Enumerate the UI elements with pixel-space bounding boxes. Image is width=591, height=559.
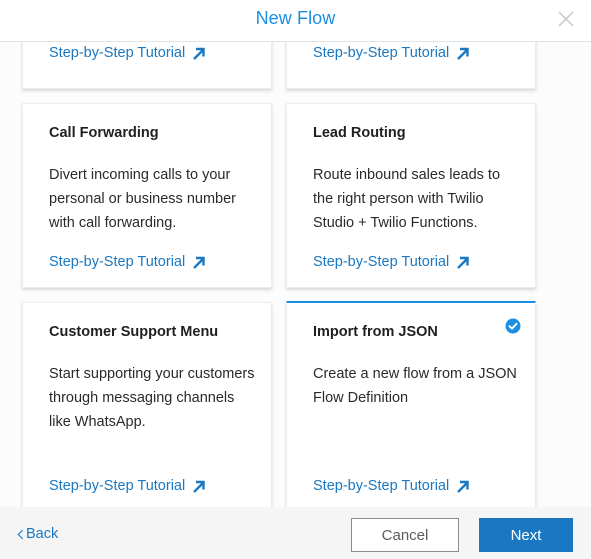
tutorial-link-label: Step-by-Step Tutorial [313,478,450,494]
tutorial-link[interactable]: Step-by-Step Tutorial [313,478,470,494]
tutorial-link-label: Step-by-Step Tutorial [49,478,186,494]
card-title: Lead Routing [313,125,406,141]
card-description: Divert incoming calls to your personal o… [49,167,236,231]
template-card-call-forwarding[interactable]: Call Forwarding Divert incoming calls to… [22,103,272,288]
tutorial-link[interactable]: Step-by-Step Tutorial [49,254,206,270]
tutorial-link[interactable]: Step-by-Step Tutorial [313,45,470,61]
chevron-left-icon [17,529,24,539]
tutorial-link-label: Step-by-Step Tutorial [313,45,450,61]
close-button[interactable] [557,10,575,28]
tutorial-link-label: Step-by-Step Tutorial [49,254,186,270]
template-list[interactable]: Step-by-Step Tutorial Step-by-Step Tutor… [0,42,591,507]
dialog-title: New Flow [255,8,336,28]
tutorial-link-label: Step-by-Step Tutorial [49,45,186,61]
external-arrow-icon [193,480,205,493]
next-button[interactable]: Next [479,518,573,552]
tutorial-link[interactable]: Step-by-Step Tutorial [49,45,206,61]
external-arrow-icon [457,256,469,269]
tutorial-link-label: Step-by-Step Tutorial [313,254,450,270]
external-arrow-icon [193,256,205,269]
template-card[interactable]: Step-by-Step Tutorial [286,42,536,89]
tutorial-link[interactable]: Step-by-Step Tutorial [49,478,206,494]
close-icon [558,11,574,27]
card-title: Customer Support Menu [49,324,219,340]
card-description: Create a new flow from a JSON Flow Defin… [313,366,517,406]
dialog-header: New Flow [0,0,591,42]
cancel-button[interactable]: Cancel [351,518,459,552]
dialog-footer: Back Cancel Next [0,507,591,559]
back-button[interactable]: Back [17,526,58,542]
template-card-customer-support-menu[interactable]: Customer Support Menu Start supporting y… [22,302,272,507]
card-title: Call Forwarding [49,125,159,141]
card-description: Start supporting your customers through … [49,366,255,430]
tutorial-link[interactable]: Step-by-Step Tutorial [313,254,470,270]
template-card[interactable]: Step-by-Step Tutorial [22,42,272,89]
card-description: Route inbound sales leads to the right p… [313,167,501,231]
card-title: Import from JSON [313,324,438,340]
template-card-lead-routing[interactable]: Lead Routing Route inbound sales leads t… [286,103,536,288]
external-arrow-icon [457,47,469,60]
back-label: Back [26,526,59,542]
external-arrow-icon [193,47,205,60]
selected-check-icon [505,318,521,334]
template-card-import-from-json[interactable]: Import from JSON Create a new flow from … [286,301,536,507]
external-arrow-icon [457,480,469,493]
